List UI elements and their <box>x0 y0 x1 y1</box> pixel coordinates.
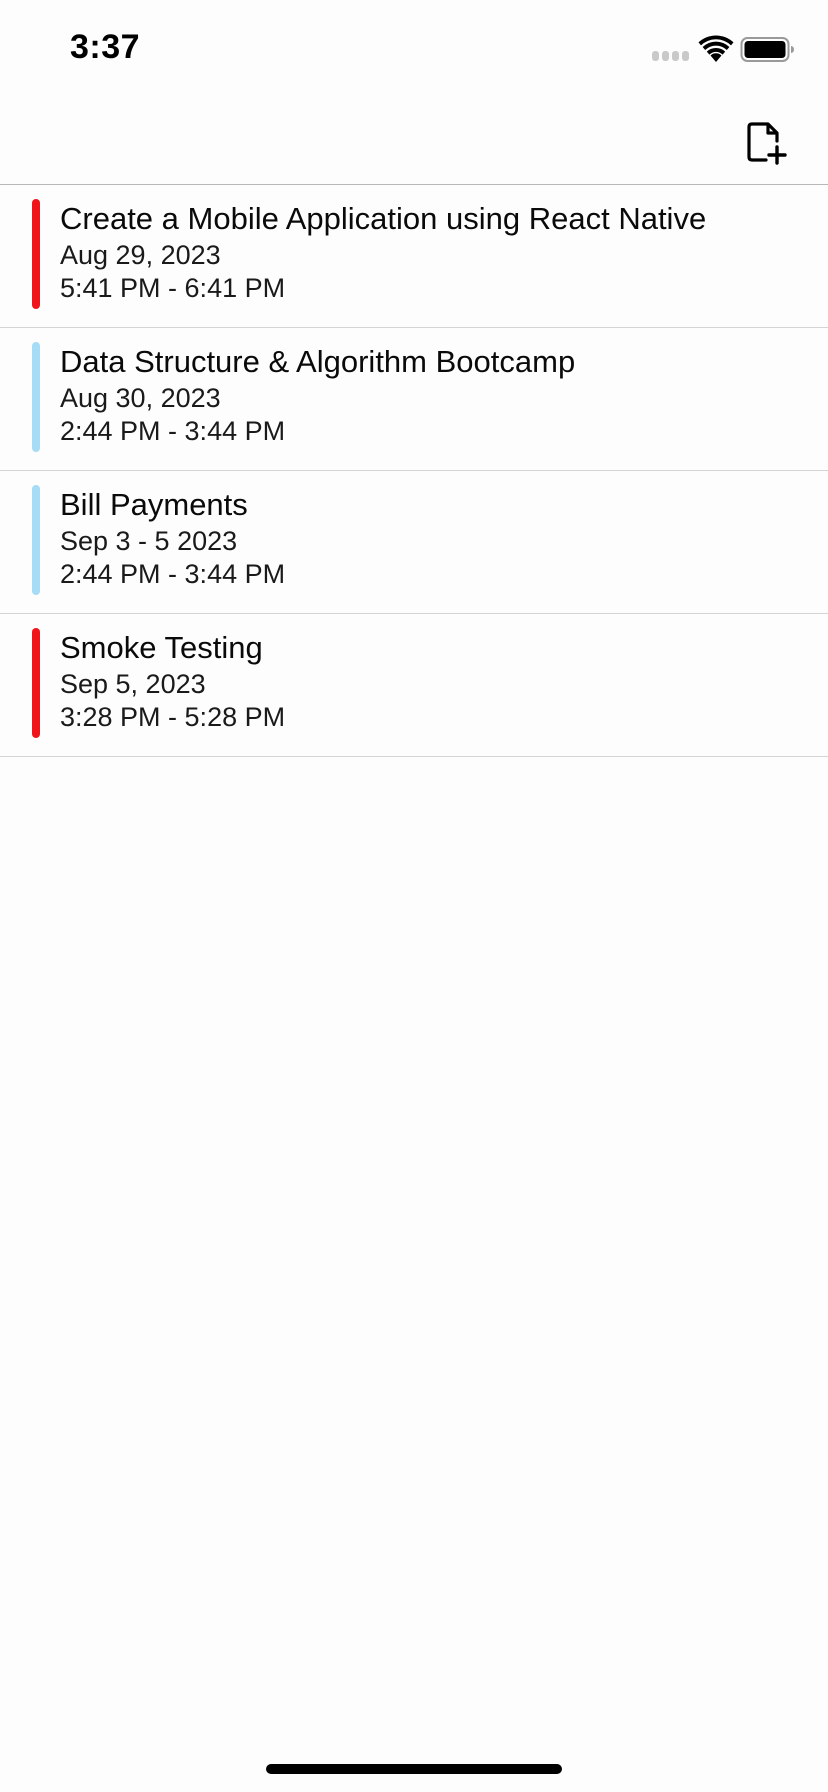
status-bar: 3:37 <box>0 0 828 100</box>
add-task-button[interactable] <box>738 116 794 172</box>
task-priority-bar <box>32 485 40 595</box>
app-header <box>0 100 828 185</box>
task-list-screen: 3:37 Create a Mobile Application using R… <box>0 0 828 1792</box>
task-text: Smoke Testing Sep 5, 2023 3:28 PM - 5:28… <box>60 628 818 734</box>
task-time: 3:28 PM - 5:28 PM <box>60 702 286 732</box>
add-file-icon <box>747 122 787 165</box>
cellular-signal-icon <box>652 51 690 61</box>
task-time: 2:44 PM - 3:44 PM <box>60 416 286 446</box>
task-text: Create a Mobile Application using React … <box>60 199 818 305</box>
task-text: Data Structure & Algorithm Bootcamp Aug … <box>60 342 818 448</box>
task-list: Create a Mobile Application using React … <box>0 185 828 757</box>
task-title: Bill Payments <box>60 487 248 522</box>
home-indicator[interactable] <box>266 1764 562 1774</box>
status-time: 3:37 <box>70 28 141 66</box>
task-date: Aug 30, 2023 <box>60 383 221 413</box>
task-row[interactable]: Smoke Testing Sep 5, 2023 3:28 PM - 5:28… <box>0 614 828 757</box>
task-title: Data Structure & Algorithm Bootcamp <box>60 344 576 379</box>
task-priority-bar <box>32 342 40 452</box>
task-row[interactable]: Bill Payments Sep 3 - 5 2023 2:44 PM - 3… <box>0 471 828 614</box>
task-text: Bill Payments Sep 3 - 5 2023 2:44 PM - 3… <box>60 485 818 591</box>
task-date: Aug 29, 2023 <box>60 240 221 270</box>
wifi-icon <box>698 35 734 63</box>
task-priority-bar <box>32 199 40 309</box>
task-row[interactable]: Data Structure & Algorithm Bootcamp Aug … <box>0 328 828 471</box>
task-title: Create a Mobile Application using React … <box>60 201 707 236</box>
task-time: 2:44 PM - 3:44 PM <box>60 559 286 589</box>
task-priority-bar <box>32 628 40 738</box>
battery-icon <box>740 36 796 64</box>
task-date: Sep 5, 2023 <box>60 669 206 699</box>
task-time: 5:41 PM - 6:41 PM <box>60 273 286 303</box>
task-title: Smoke Testing <box>60 630 263 665</box>
task-row[interactable]: Create a Mobile Application using React … <box>0 185 828 328</box>
task-date: Sep 3 - 5 2023 <box>60 526 238 556</box>
